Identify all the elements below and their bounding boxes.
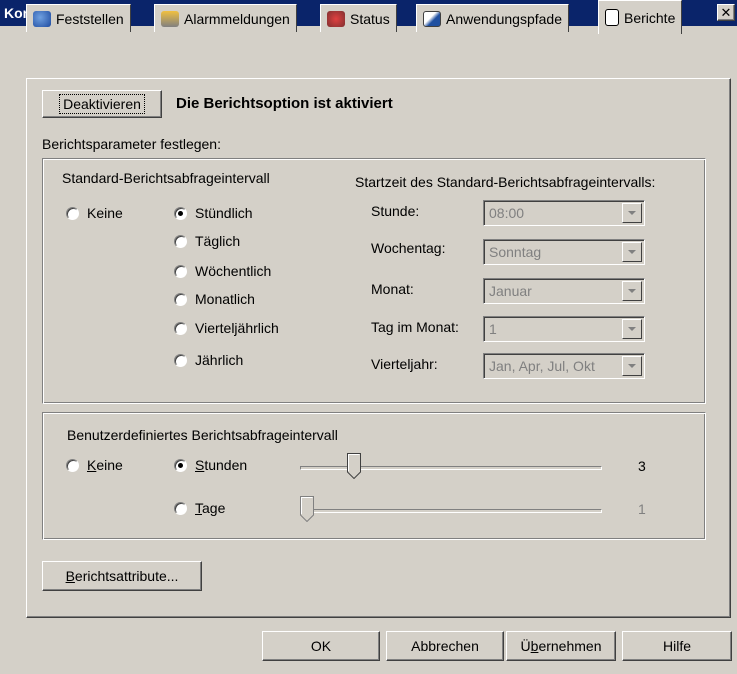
radio-dot [174,353,187,367]
weekday-select[interactable]: Sonntag [483,239,645,265]
month-select[interactable]: Januar [483,278,645,304]
cancel-button[interactable]: Abbrechen [386,631,504,661]
ok-button[interactable]: OK [262,631,380,661]
radio-daily[interactable]: Täglich [174,233,240,249]
radio-yearly[interactable]: Jährlich [174,352,243,368]
radio-hourly[interactable]: Stündlich [174,205,253,221]
deactivate-button[interactable]: Deaktivieren [42,90,162,118]
hours-slider-track[interactable] [300,466,602,470]
hours-slider-thumb[interactable] [346,453,361,479]
report-icon [605,9,619,26]
radio-dot [174,321,187,335]
path-icon [423,11,441,27]
days-slider-value: 1 [638,501,646,517]
radio-weekly[interactable]: Wöchentlich [174,263,271,279]
day-label: Tag im Monat: [371,319,459,335]
days-slider-thumb[interactable] [300,496,314,522]
weekday-label: Wochentag: [371,240,446,256]
radio-dot [174,264,187,278]
report-status: Die Berichtsoption ist aktiviert [176,95,393,112]
quarter-select[interactable]: Jan, Apr, Jul, Okt [483,353,645,379]
report-attributes-button[interactable]: Berichtsattribute... [42,561,202,591]
radio-custom-none[interactable]: Keine [66,457,123,473]
radio-dot [174,234,187,248]
days-slider-track[interactable] [300,509,602,513]
radio-custom-days[interactable]: Tage [174,500,225,516]
radio-dot [174,206,187,220]
chevron-down-icon[interactable] [622,203,642,223]
close-button[interactable]: ✕ [717,4,735,21]
day-select[interactable]: 1 [483,316,645,342]
tab-status[interactable]: Status [320,4,397,32]
standard-group-label: Standard-Berichtsabfrageintervall [62,170,270,186]
radio-dot [174,458,187,472]
start-time-label: Startzeit des Standard-Berichtsabfragein… [355,174,656,190]
tab-feststellen[interactable]: Feststellen [26,4,131,32]
month-label: Monat: [371,281,414,297]
help-button[interactable]: Hilfe [622,631,732,661]
quarter-label: Vierteljahr: [371,356,438,372]
apply-button[interactable]: Übernehmen [506,631,616,661]
params-label: Berichtsparameter festlegen: [42,136,221,152]
hours-slider-value: 3 [638,458,646,474]
radio-monthly[interactable]: Monatlich [174,291,255,307]
radio-dot [174,501,187,515]
chevron-down-icon[interactable] [622,281,642,301]
radio-quarterly[interactable]: Vierteljährlich [174,320,279,336]
radio-custom-hours[interactable]: Stunden [174,457,247,473]
tab-berichte[interactable]: Berichte [598,0,683,34]
wrench-globe-icon [33,11,51,27]
hour-label: Stunde: [371,203,420,219]
radio-standard-none[interactable]: Keine [66,205,123,221]
custom-group-label: Benutzerdefiniertes Berichtsabfrageinter… [67,427,338,443]
status-gauge-icon [327,11,345,27]
chevron-down-icon[interactable] [622,319,642,339]
tab-alarmmeldungen[interactable]: Alarmmeldungen [154,4,297,32]
alarm-printer-icon [161,11,179,27]
radio-dot [66,206,79,220]
chevron-down-icon[interactable] [622,242,642,262]
radio-dot [174,292,187,306]
hour-select[interactable]: 08:00 [483,200,645,226]
tab-anwendungspfade[interactable]: Anwendungspfade [416,4,569,32]
radio-dot [66,458,79,472]
chevron-down-icon[interactable] [622,356,642,376]
